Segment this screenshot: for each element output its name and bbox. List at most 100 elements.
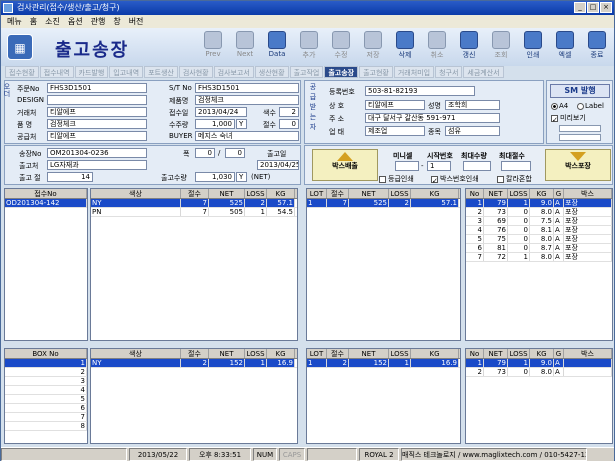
column-header[interactable]: No (466, 349, 484, 358)
table-row[interactable]: NY 2 152 1 16.9 (91, 359, 297, 368)
sm-issue-button[interactable]: SM 발행 (550, 84, 610, 98)
close-button[interactable]: × (600, 2, 612, 13)
toolbar-button-5[interactable]: 저장 (357, 30, 389, 64)
toolbar-button-9[interactable]: 조회 (485, 30, 517, 64)
column-header[interactable]: KG (411, 189, 459, 198)
column-header[interactable]: NET (349, 189, 389, 198)
width-from-field[interactable]: 0 (195, 148, 215, 158)
column-header[interactable]: LOT (307, 189, 327, 198)
design-field[interactable] (47, 95, 147, 105)
column-header[interactable]: NET (209, 189, 245, 198)
tab-item[interactable]: 생산현황 (254, 66, 289, 78)
toolbar-button-11[interactable]: 엑셀 (549, 30, 581, 64)
scroll-slider[interactable] (559, 134, 601, 141)
table-row[interactable]: 7 72 1 8.0 A 포장 (466, 253, 612, 262)
supplier-field[interactable]: 티알에프 (47, 131, 147, 141)
column-header[interactable]: 접수No (5, 189, 87, 198)
column-header[interactable]: LOSS (245, 189, 267, 198)
toolbar-button-10[interactable]: 인쇄 (517, 30, 549, 64)
menu-item[interactable]: 소진 (45, 15, 60, 28)
column-header[interactable]: G (554, 349, 564, 358)
table-row[interactable]: 2 73 0 8.0 A (466, 368, 612, 377)
table-row[interactable]: 1 79 1 9.0 A (466, 359, 612, 368)
box-lot-grid[interactable]: LOT 절수 NET LOSS KG 1 2 152 1 16.9 (306, 348, 461, 444)
ceo-field[interactable]: 조학희 (445, 100, 500, 110)
column-header[interactable]: KG (267, 189, 295, 198)
menu-item[interactable]: 홈 (30, 15, 37, 28)
toolbar-button-0[interactable]: Prev (197, 30, 229, 64)
menu-item[interactable]: 버전 (129, 15, 144, 28)
order-no-field[interactable]: FHS3D1501 (47, 83, 147, 93)
tab-item[interactable]: 포트생산 (144, 66, 178, 78)
grade-print-checkbox[interactable]: 등급인쇄 (379, 174, 414, 184)
box-no-print-checkbox[interactable]: ✓ 박스번호인쇄 (431, 174, 479, 185)
column-header[interactable]: KG (267, 349, 295, 358)
box-release-button[interactable]: 박스배출 (312, 149, 378, 181)
column-header[interactable]: KG (411, 349, 459, 358)
color-count-field[interactable]: 2 (279, 107, 299, 117)
table-row[interactable]: 3 69 0 7.5 A 포장 (466, 217, 612, 226)
table-row[interactable]: 2 (5, 368, 87, 377)
toolbar-button-12[interactable]: 종료 (581, 30, 613, 64)
max-qty-field[interactable] (463, 161, 491, 171)
ship-date-field[interactable]: 2013/04/25 (257, 160, 299, 170)
maximize-button[interactable]: □ (587, 2, 599, 13)
business-field[interactable]: 제조업 (365, 126, 425, 136)
box-roll-grid[interactable]: No NET LOSS KG G 박스 1 79 1 9.0 A 2 73 0 8.0 A (465, 348, 613, 444)
paper-label-option[interactable]: Label (577, 102, 604, 110)
tab-item[interactable]: 접수현황 (5, 66, 39, 78)
table-row[interactable]: 5 (5, 395, 87, 404)
receipt-date-field[interactable]: 2013/04/24 (195, 107, 247, 117)
column-header[interactable]: 절수 (327, 349, 349, 358)
ship-count-field[interactable]: 14 (47, 172, 93, 182)
column-header[interactable]: 박스 (564, 189, 612, 198)
tab-item[interactable]: 출고송장 (324, 66, 359, 78)
column-header[interactable]: 박스 (564, 349, 612, 358)
max-fold-field[interactable] (501, 161, 531, 171)
preview-checkbox[interactable]: ✓ 미리보기 (551, 113, 586, 124)
tab-item[interactable]: 검사현황 (178, 66, 213, 78)
toolbar-button-3[interactable]: 추가 (293, 30, 325, 64)
column-header[interactable]: LOSS (508, 349, 530, 358)
column-header[interactable]: NET (484, 349, 508, 358)
address-field[interactable]: 대구 달서구 갈산동 591-971 (365, 113, 500, 123)
tab-item[interactable]: 출고작업 (289, 66, 324, 78)
item-field[interactable]: 검정체크 (47, 119, 147, 129)
column-header[interactable]: NET (484, 189, 508, 198)
column-header[interactable]: 절수 (181, 189, 209, 198)
table-row[interactable]: 1 (5, 359, 87, 368)
lot-grid[interactable]: LOT 절수 NET LOSS KG 1 7 525 2 57.1 (306, 188, 461, 341)
table-row[interactable]: 1 79 1 9.0 A 포장 (466, 199, 612, 208)
menu-item[interactable]: 메뉴 (7, 15, 22, 28)
tab-item[interactable]: 접수내역 (39, 66, 74, 78)
minimize-button[interactable]: _ (574, 2, 586, 13)
order-qty-field[interactable]: 1,000 (195, 119, 235, 129)
invoice-no-field[interactable]: OM201304-0236 (47, 148, 147, 158)
color-grid[interactable]: 색상 절수 NET LOSS KG NY 7 525 2 57.1 PN 7 505 1 54.5 (90, 188, 298, 341)
table-row[interactable]: 1 2 152 1 16.9 (307, 359, 460, 368)
table-row[interactable]: 8 (5, 422, 87, 431)
tab-item[interactable]: 입고내역 (109, 66, 144, 78)
column-header[interactable]: LOSS (245, 349, 267, 358)
table-row[interactable]: 7 (5, 413, 87, 422)
column-header[interactable]: LOT (307, 349, 327, 358)
menu-item[interactable]: 창 (113, 15, 120, 28)
column-header[interactable]: NET (349, 349, 389, 358)
table-row[interactable]: OD201304-142 (5, 199, 87, 208)
table-row[interactable]: 6 81 0 8.7 A 포장 (466, 244, 612, 253)
paper-a4-option[interactable]: A4 (551, 102, 568, 110)
column-header[interactable]: NET (209, 349, 245, 358)
tab-item[interactable]: 청구서 (435, 66, 463, 78)
toolbar-button-7[interactable]: 취소 (421, 30, 453, 64)
product-field[interactable]: 검정체크 (195, 95, 299, 105)
column-header[interactable]: 절수 (181, 349, 209, 358)
box-color-grid[interactable]: 색상 절수 NET LOSS KG NY 2 152 1 16.9 (90, 348, 298, 444)
destination-field[interactable]: LG자재과 (47, 160, 147, 170)
fold-field[interactable]: 0 (279, 119, 299, 129)
table-row[interactable]: 4 (5, 386, 87, 395)
category-field[interactable]: 섬유 (445, 126, 500, 136)
tab-item[interactable]: 카드발행 (74, 66, 109, 78)
box-grid[interactable]: BOX No 1 2 3 4 5 6 7 8 (4, 348, 88, 444)
column-header[interactable]: LOSS (508, 189, 530, 198)
column-header[interactable]: 절수 (327, 189, 349, 198)
